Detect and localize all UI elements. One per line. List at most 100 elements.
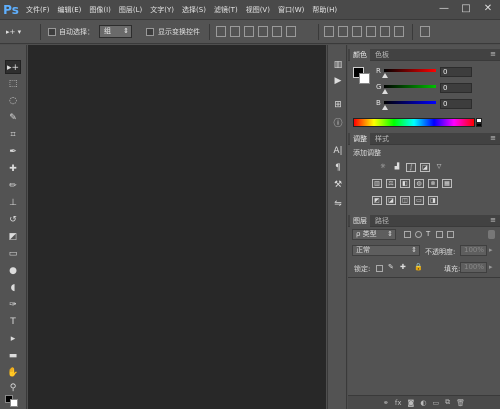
blend-mode-dropdown[interactable]: 正常 ⇕ xyxy=(352,245,420,256)
selective-color-icon[interactable]: ◨ xyxy=(428,196,438,205)
color-lookup-icon[interactable]: ▦ xyxy=(442,179,452,188)
channel-g-thumb[interactable] xyxy=(382,89,388,94)
dodge-tool-icon[interactable]: ◖ xyxy=(5,281,21,295)
panel-menu-icon[interactable]: ≡ xyxy=(490,50,496,58)
maximize-button[interactable]: □ xyxy=(458,2,474,16)
distribute-top-icon[interactable] xyxy=(324,26,334,37)
character-panel-icon[interactable]: A| xyxy=(331,145,345,157)
align-top-icon[interactable] xyxy=(216,26,226,37)
delete-layer-icon[interactable]: 🗑 xyxy=(456,399,465,407)
layer-filter-kind-dropdown[interactable]: ρ 类型 ⇕ xyxy=(352,229,396,240)
clone-stamp-tool-icon[interactable]: ⊥ xyxy=(5,196,21,210)
filter-shape-icon[interactable] xyxy=(436,231,443,238)
align-vcenter-icon[interactable] xyxy=(230,26,240,37)
brush-tool-icon[interactable]: ✏ xyxy=(5,179,21,193)
spectrum-black-swatch[interactable] xyxy=(476,123,482,127)
auto-select-checkbox[interactable] xyxy=(48,28,56,36)
gradient-tool-icon[interactable]: ▭ xyxy=(5,247,21,261)
document-workspace[interactable] xyxy=(28,45,326,409)
menu-layer[interactable]: 图层(L) xyxy=(115,5,146,15)
path-selection-tool-icon[interactable]: ▸ xyxy=(5,332,21,346)
tab-layers[interactable]: 图层 xyxy=(350,215,370,227)
channel-b-value[interactable]: 0 xyxy=(440,99,472,109)
eraser-tool-icon[interactable]: ◩ xyxy=(5,230,21,244)
distribute-left-icon[interactable] xyxy=(366,26,376,37)
align-left-icon[interactable] xyxy=(258,26,268,37)
channel-r-slider[interactable] xyxy=(384,69,436,72)
color-panel-background-swatch[interactable] xyxy=(359,73,370,84)
menu-filter[interactable]: 滤镜(T) xyxy=(210,5,242,15)
tool-presets-panel-icon[interactable]: ⚒ xyxy=(331,179,345,191)
opacity-dropdown-arrow[interactable]: ▸ xyxy=(489,246,493,254)
paragraph-panel-icon[interactable]: ¶ xyxy=(331,162,345,174)
opacity-field[interactable]: 100% xyxy=(460,245,487,256)
rectangle-tool-icon[interactable]: ▬ xyxy=(5,349,21,363)
black-white-icon[interactable]: ◧ xyxy=(400,179,410,188)
history-panel-icon[interactable]: ▥ xyxy=(331,59,345,71)
actions-panel-icon[interactable]: ▶ xyxy=(331,75,345,87)
hue-saturation-icon[interactable]: ▥ xyxy=(372,179,382,188)
channel-r-thumb[interactable] xyxy=(382,73,388,78)
properties-panel-icon[interactable]: ⓘ xyxy=(331,118,345,130)
new-fill-adjustment-icon[interactable]: ◐ xyxy=(420,399,426,407)
tab-swatches[interactable]: 色板 xyxy=(372,49,392,61)
posterize-icon[interactable]: ◪ xyxy=(386,196,396,205)
layers-list[interactable] xyxy=(348,277,500,395)
lasso-tool-icon[interactable]: ◌ xyxy=(5,94,21,108)
move-tool-icon[interactable]: ▸+ xyxy=(5,60,21,74)
distribute-hcenter-icon[interactable] xyxy=(380,26,390,37)
align-bottom-icon[interactable] xyxy=(244,26,254,37)
threshold-icon[interactable]: ◫ xyxy=(400,196,410,205)
close-button[interactable]: ✕ xyxy=(480,2,496,16)
show-transform-checkbox[interactable] xyxy=(146,28,154,36)
history-brush-tool-icon[interactable]: ↺ xyxy=(5,213,21,227)
eyedropper-tool-icon[interactable]: ✒ xyxy=(5,145,21,159)
menu-select[interactable]: 选择(S) xyxy=(178,5,210,15)
type-tool-icon[interactable]: T xyxy=(5,315,21,329)
move-tool-preset-icon[interactable]: ▸+ ▾ xyxy=(6,25,21,39)
auto-align-icon[interactable] xyxy=(420,26,430,37)
menu-view[interactable]: 视图(V) xyxy=(242,5,274,15)
background-color-swatch[interactable] xyxy=(10,399,18,407)
distribute-vcenter-icon[interactable] xyxy=(338,26,348,37)
info-panel-icon[interactable]: ⊞ xyxy=(331,99,345,111)
lock-position-icon[interactable]: ✚ xyxy=(400,263,406,271)
menu-window[interactable]: 窗口(W) xyxy=(274,5,308,15)
channel-g-value[interactable]: 0 xyxy=(440,83,472,93)
pen-tool-icon[interactable]: ✑ xyxy=(5,298,21,312)
link-layers-icon[interactable]: ⚭ xyxy=(383,399,389,407)
menu-help[interactable]: 帮助(H) xyxy=(308,5,341,15)
lock-transparent-icon[interactable] xyxy=(376,265,383,272)
lock-image-icon[interactable]: ✎ xyxy=(388,263,394,271)
distribute-right-icon[interactable] xyxy=(394,26,404,37)
healing-brush-tool-icon[interactable]: ✚ xyxy=(5,162,21,176)
add-layer-style-icon[interactable]: fx xyxy=(395,399,402,407)
fill-dropdown-arrow[interactable]: ▸ xyxy=(489,263,493,271)
filter-toggle-switch[interactable] xyxy=(488,230,495,239)
photo-filter-icon[interactable]: ◍ xyxy=(414,179,424,188)
panel-menu-icon[interactable]: ≡ xyxy=(490,216,496,224)
channel-b-slider[interactable] xyxy=(384,101,436,104)
brush-panel-icon[interactable]: ⇋ xyxy=(331,198,345,210)
align-right-icon[interactable] xyxy=(286,26,296,37)
channel-g-slider[interactable] xyxy=(384,85,436,88)
distribute-bottom-icon[interactable] xyxy=(352,26,362,37)
blur-tool-icon[interactable]: ● xyxy=(5,264,21,278)
filter-type-icon[interactable]: T xyxy=(426,230,430,238)
new-layer-icon[interactable]: ⧉ xyxy=(445,398,450,407)
color-spectrum-bar[interactable] xyxy=(353,118,475,127)
filter-pixel-icon[interactable] xyxy=(404,231,411,238)
menu-image[interactable]: 图像(I) xyxy=(85,5,115,15)
menu-type[interactable]: 文字(Y) xyxy=(146,5,178,15)
exposure-icon[interactable]: ◪ xyxy=(420,163,430,172)
color-balance-icon[interactable]: ⚖ xyxy=(386,179,396,188)
levels-icon[interactable]: ▟ xyxy=(392,163,402,172)
hand-tool-icon[interactable]: ✋ xyxy=(5,366,21,380)
tab-paths[interactable]: 路径 xyxy=(372,215,392,227)
lock-all-icon[interactable]: 🔒 xyxy=(414,263,423,271)
menu-file[interactable]: 文件(F) xyxy=(22,5,54,15)
tab-adjustments[interactable]: 调整 xyxy=(350,133,370,145)
marquee-tool-icon[interactable]: ⬚ xyxy=(5,77,21,91)
minimize-button[interactable]: — xyxy=(436,2,452,16)
quick-selection-tool-icon[interactable]: ✎ xyxy=(5,111,21,125)
